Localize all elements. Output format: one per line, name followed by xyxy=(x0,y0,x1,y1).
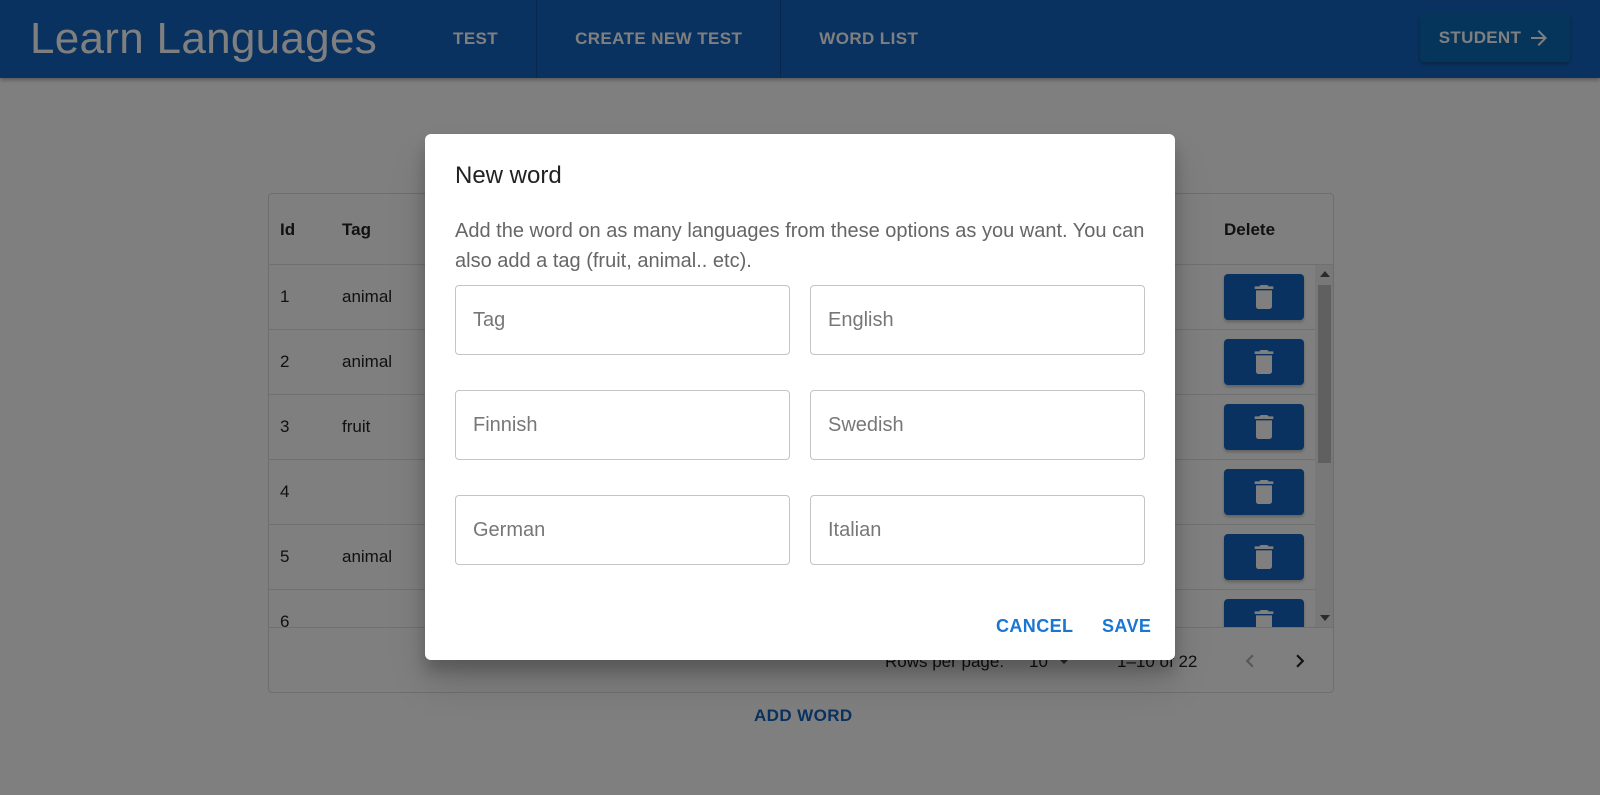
swedish-input[interactable] xyxy=(811,391,1144,459)
cancel-button[interactable]: CANCEL xyxy=(996,616,1073,637)
tag-field xyxy=(455,285,790,355)
tag-input[interactable] xyxy=(456,286,789,354)
finnish-field xyxy=(455,390,790,460)
swedish-field xyxy=(810,390,1145,460)
english-input[interactable] xyxy=(811,286,1144,354)
dialog-description: Add the word on as many languages from t… xyxy=(455,220,1145,272)
german-field xyxy=(455,495,790,565)
finnish-input[interactable] xyxy=(456,391,789,459)
english-field xyxy=(810,285,1145,355)
italian-field xyxy=(810,495,1145,565)
save-button[interactable]: SAVE xyxy=(1102,616,1151,637)
german-input[interactable] xyxy=(456,496,789,564)
dialog-title: New word xyxy=(455,162,562,189)
new-word-dialog: New word Add the word on as many languag… xyxy=(425,134,1175,660)
italian-input[interactable] xyxy=(811,496,1144,564)
